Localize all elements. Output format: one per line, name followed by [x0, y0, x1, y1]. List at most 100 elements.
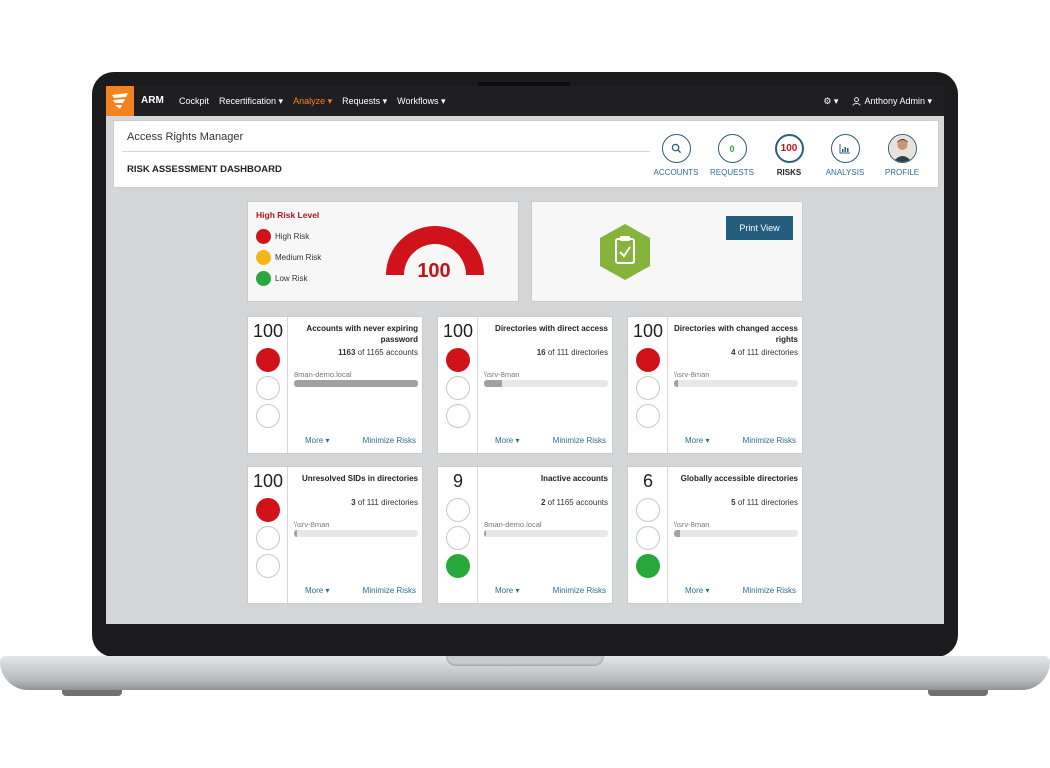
medium-risk-dot: [256, 250, 271, 265]
header-nav-accounts[interactable]: ACCOUNTS: [644, 134, 708, 177]
risk-level-title: High Risk Level: [256, 210, 320, 220]
solarwinds-logo[interactable]: [106, 86, 134, 116]
legend-low: Low Risk: [256, 271, 307, 286]
laptop-base-groove: [446, 656, 604, 666]
card-domain: \\srv-8man: [674, 520, 710, 529]
card-count: 16 of 111 directories: [536, 348, 608, 357]
card-count: 5 of 111 directories: [731, 498, 798, 507]
card-domain: 8man-demo.local: [484, 520, 542, 529]
traffic-light-yellow: [636, 376, 660, 400]
header-nav-requests[interactable]: 0 REQUESTS: [700, 134, 764, 177]
card-title: Directories with direct access: [495, 324, 608, 333]
nav-cockpit[interactable]: Cockpit: [179, 96, 209, 107]
header-nav-label: ANALYSIS: [825, 168, 865, 177]
main-nav: Cockpit Recertification ▾ Analyze ▾ Requ…: [179, 96, 446, 107]
page-title: RISK ASSESSMENT DASHBOARD: [127, 164, 282, 175]
requests-count: 0: [717, 134, 747, 163]
risk-score: 9: [452, 471, 463, 491]
risk-card: 9 Inactive accounts 2 of 1165 accounts 8…: [437, 466, 613, 604]
minimize-risks-link[interactable]: Minimize Risks: [363, 436, 416, 445]
nav-requests[interactable]: Requests ▾: [342, 96, 387, 107]
traffic-light-green: [256, 554, 280, 578]
traffic-light-red: [636, 498, 660, 522]
risk-score: 6: [642, 471, 653, 491]
minimize-risks-link[interactable]: Minimize Risks: [743, 586, 796, 595]
minimize-risks-link[interactable]: Minimize Risks: [553, 586, 606, 595]
nav-workflows[interactable]: Workflows ▾: [397, 96, 445, 107]
card-title: Accounts with never expiring password: [306, 324, 418, 344]
print-panel: Print View: [531, 201, 803, 302]
traffic-light-yellow: [636, 526, 660, 550]
minimize-risks-link[interactable]: Minimize Risks: [743, 436, 796, 445]
card-domain: 8man-demo.local: [294, 370, 352, 379]
minimize-risks-link[interactable]: Minimize Risks: [553, 436, 606, 445]
more-dropdown[interactable]: More ▾: [305, 436, 329, 445]
header-nav-analysis[interactable]: ANALYSIS: [813, 134, 877, 177]
progress-fill: [484, 530, 487, 537]
progress-fill: [674, 380, 679, 387]
header-card: Access Rights Manager RISK ASSESSMENT DA…: [113, 120, 939, 188]
card-title: Globally accessible directories: [680, 474, 798, 483]
progress-fill: [294, 380, 418, 387]
risk-card: 100 Directories with changed access righ…: [627, 316, 803, 454]
progress-bar: [484, 380, 608, 387]
progress-fill: [484, 380, 502, 387]
traffic-light-green: [446, 554, 470, 578]
risk-score: 100: [632, 321, 664, 341]
screen: ARM Cockpit Recertification ▾ Analyze ▾ …: [106, 86, 944, 624]
traffic-light-green: [256, 404, 280, 428]
legend-label: Medium Risk: [275, 253, 322, 262]
print-view-button[interactable]: Print View: [726, 216, 793, 240]
traffic-light-yellow: [256, 376, 280, 400]
card-count: 4 of 111 directories: [731, 348, 798, 357]
nav-analyze[interactable]: Analyze ▾: [293, 96, 332, 107]
settings-menu[interactable]: ⚙ ▾: [823, 96, 838, 107]
card-count: 1163 of 1165 accounts: [338, 348, 418, 357]
app-name: ARM: [141, 95, 164, 106]
traffic-light-yellow: [256, 526, 280, 550]
progress-bar: [294, 380, 418, 387]
card-title: Inactive accounts: [540, 474, 608, 483]
risk-score: 100: [442, 321, 474, 341]
card-count: 3 of 111 directories: [351, 498, 418, 507]
low-risk-dot: [256, 271, 271, 286]
high-risk-dot: [256, 229, 271, 244]
search-icon: [661, 134, 691, 163]
card-count: 2 of 1165 accounts: [540, 498, 608, 507]
traffic-light-green: [636, 554, 660, 578]
more-dropdown[interactable]: More ▾: [685, 436, 709, 445]
nav-recertification[interactable]: Recertification ▾: [219, 96, 283, 107]
page-app-title: Access Rights Manager: [127, 131, 244, 143]
card-domain: \\srv-8man: [294, 520, 330, 529]
traffic-light-yellow: [446, 526, 470, 550]
risk-score: 100: [252, 321, 284, 341]
more-dropdown[interactable]: More ▾: [495, 586, 519, 595]
traffic-light-red: [256, 348, 280, 372]
top-nav-bar: ARM Cockpit Recertification ▾ Analyze ▾ …: [106, 86, 944, 116]
progress-bar: [674, 530, 798, 537]
clipboard-check-icon: [600, 224, 650, 280]
traffic-light-red: [446, 498, 470, 522]
header-nav-label: RISKS: [776, 168, 802, 177]
header-nav-risks[interactable]: 100 RISKS: [757, 134, 821, 177]
traffic-light-green: [446, 404, 470, 428]
header-nav-profile[interactable]: PROFILE: [870, 134, 934, 177]
more-dropdown[interactable]: More ▾: [685, 586, 709, 595]
traffic-light-red: [636, 348, 660, 372]
legend-label: High Risk: [275, 232, 310, 241]
user-menu[interactable]: Anthony Admin ▾: [852, 96, 932, 107]
legend-label: Low Risk: [275, 274, 308, 283]
chart-icon: [830, 134, 860, 163]
header-nav-label: REQUESTS: [709, 168, 754, 177]
traffic-light-yellow: [446, 376, 470, 400]
risk-score: 100: [252, 471, 284, 491]
minimize-risks-link[interactable]: Minimize Risks: [363, 586, 416, 595]
risk-card: 100 Accounts with never expiring passwor…: [247, 316, 423, 454]
progress-bar: [674, 380, 798, 387]
user-nav: ⚙ ▾ Anthony Admin ▾: [823, 96, 932, 107]
user-name: Anthony Admin ▾: [864, 96, 932, 106]
more-dropdown[interactable]: More ▾: [495, 436, 519, 445]
user-icon: [852, 97, 861, 106]
risk-card: 100 Unresolved SIDs in directories 3 of …: [247, 466, 423, 604]
more-dropdown[interactable]: More ▾: [305, 586, 329, 595]
